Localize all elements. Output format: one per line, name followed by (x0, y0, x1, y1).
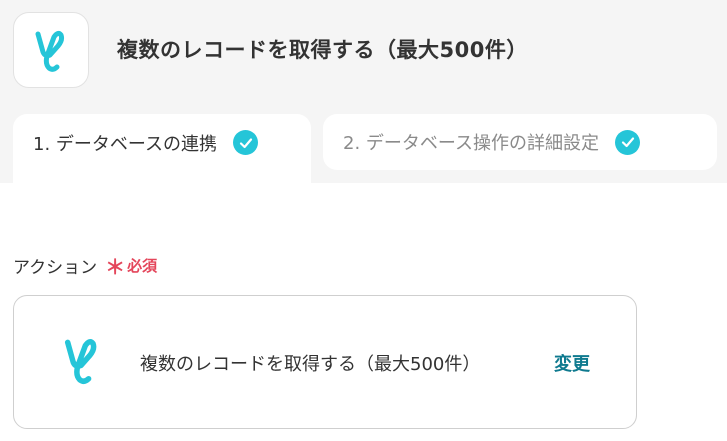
check-icon (233, 130, 258, 155)
action-field-label: アクション ＊ 必須 (13, 251, 157, 280)
selected-action-card: 複数のレコードを取得する（最大500件） 変更 (13, 295, 637, 429)
tab-label: 2. データベース操作の詳細設定 (343, 133, 599, 154)
required-badge: 必須 (127, 257, 158, 275)
required-asterisk-icon: ＊ (105, 255, 126, 279)
yoom-app-icon (35, 30, 65, 72)
tab-label: 1. データベースの連携 (33, 133, 217, 155)
tab-database-operation-settings[interactable]: 2. データベース操作の詳細設定 (323, 114, 717, 170)
app-logo (13, 12, 89, 88)
page-title: 複数のレコードを取得する（最大500件） (117, 38, 528, 62)
tab-database-connection[interactable]: 1. データベースの連携 (13, 114, 311, 183)
selected-action-name: 複数のレコードを取得する（最大500件） (140, 354, 481, 375)
check-icon (615, 129, 640, 155)
action-label: アクション (13, 258, 98, 278)
yoom-app-icon (64, 339, 97, 384)
change-action-button[interactable]: 変更 (554, 350, 590, 376)
